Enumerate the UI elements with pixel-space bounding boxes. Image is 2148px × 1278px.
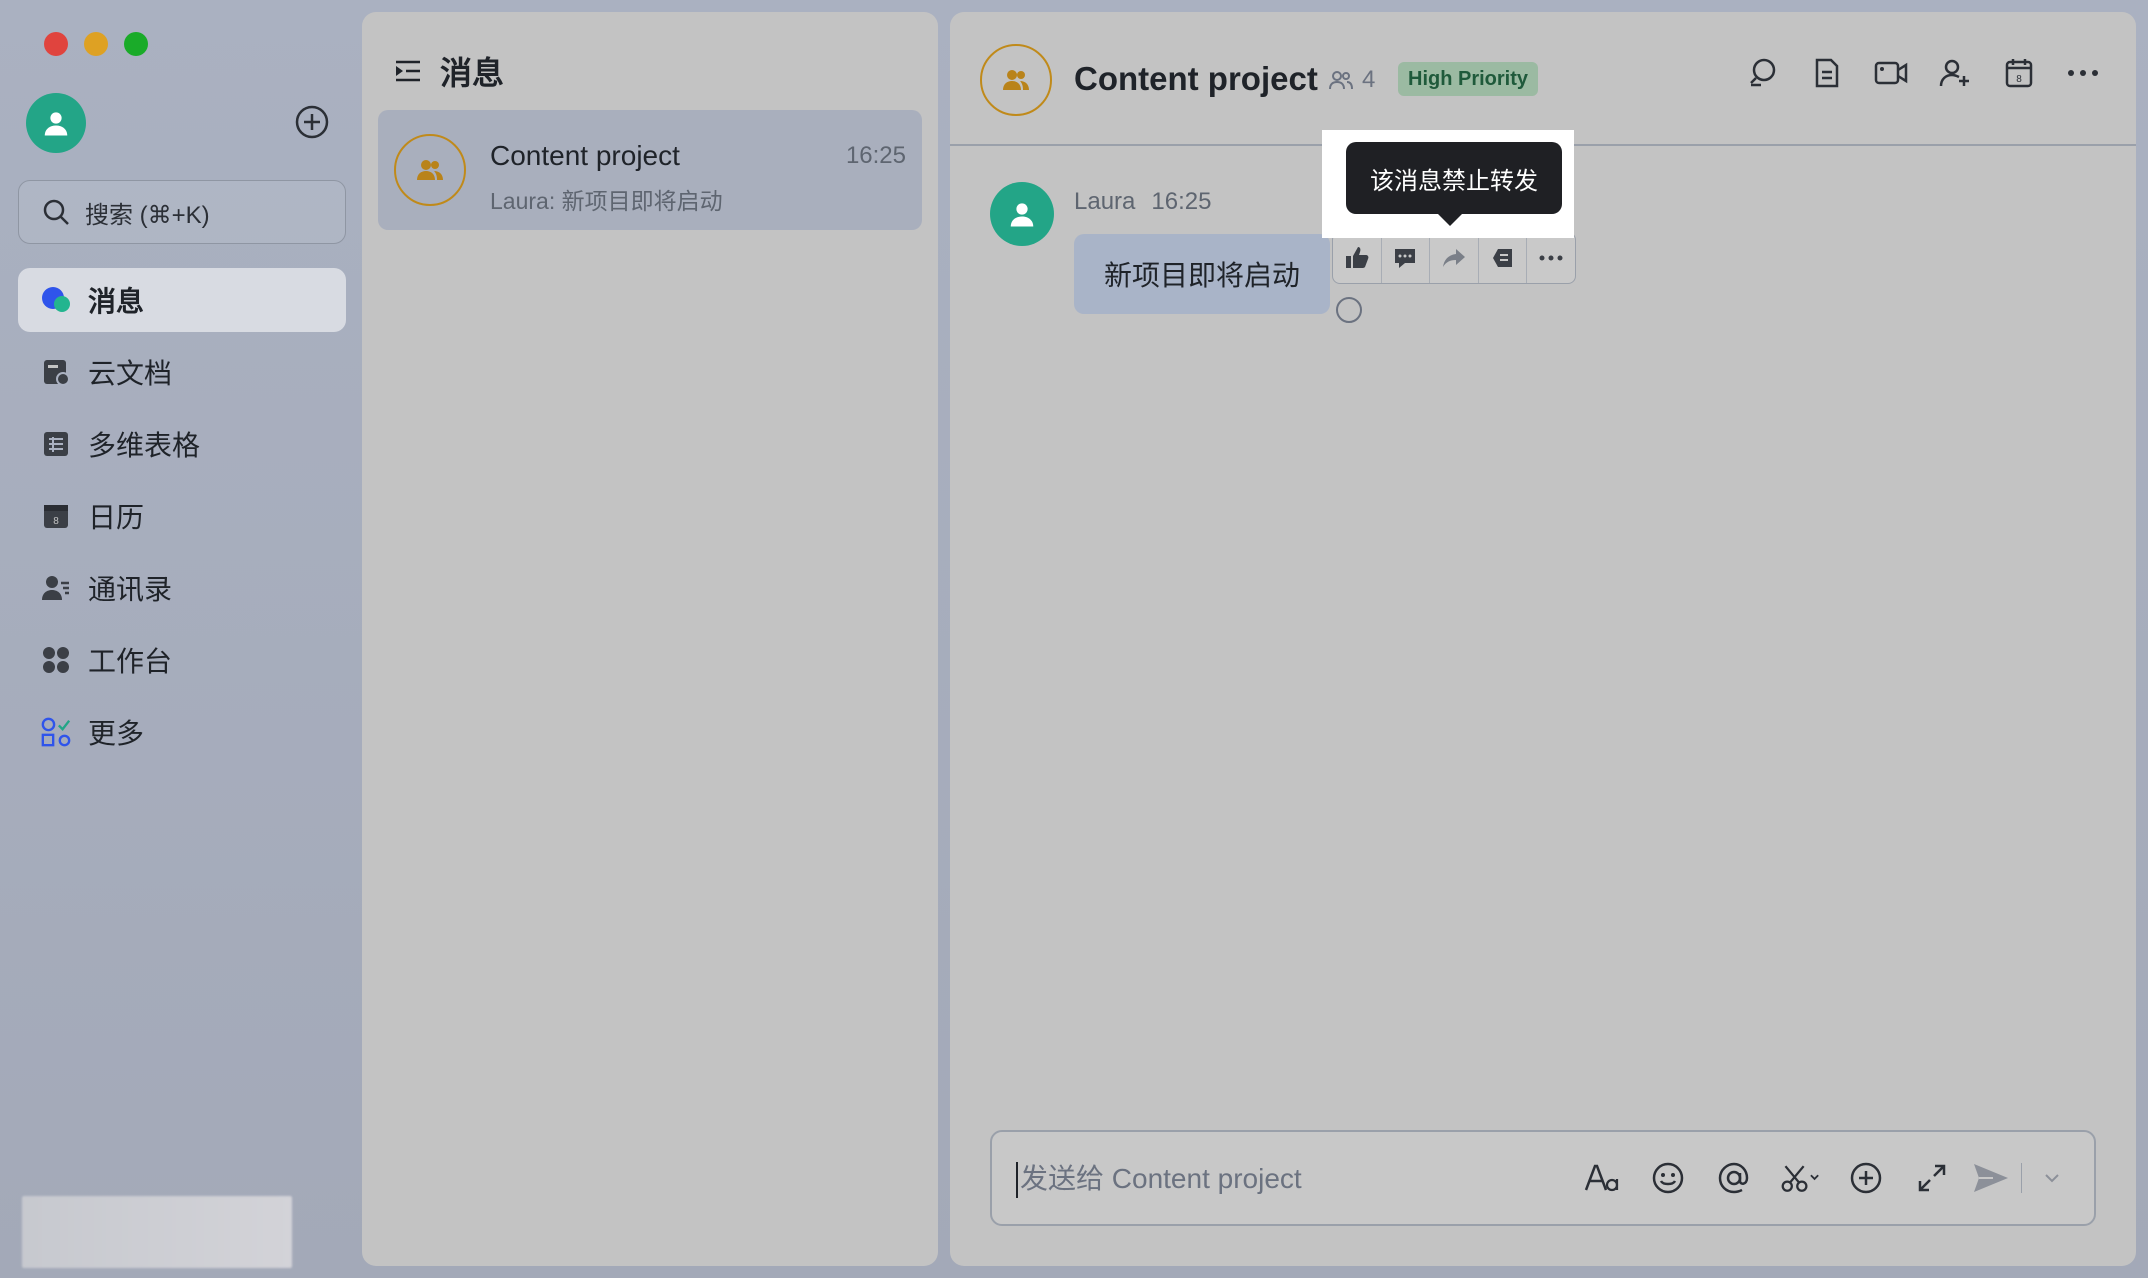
- base-table-icon: [40, 428, 72, 460]
- sidebar-item-more[interactable]: 更多: [18, 700, 346, 764]
- group-icon: [417, 160, 443, 180]
- text-format-icon[interactable]: [1582, 1158, 1622, 1198]
- add-attachment-icon[interactable]: [1846, 1158, 1886, 1198]
- calendar-icon: 8: [40, 500, 72, 532]
- sidebar-item-label: 消息: [88, 286, 145, 317]
- plus-circle-icon: [295, 105, 329, 139]
- reply-icon[interactable]: [1382, 233, 1431, 283]
- app-window: 搜索 (⌘+K) 消息 云文档 多维表格 8 日历 通讯录 工作台 更多 消息 …: [0, 0, 2148, 1278]
- read-status-icon[interactable]: [1336, 297, 1362, 323]
- conversation-time: 16:25: [845, 142, 906, 169]
- sidebar-item-base[interactable]: 多维表格: [18, 412, 346, 476]
- screenshot-icon[interactable]: [1780, 1158, 1820, 1198]
- sidebar-item-calendar[interactable]: 8 日历: [18, 484, 346, 548]
- mention-icon[interactable]: [1714, 1158, 1754, 1198]
- sidebar-item-label: 工作台: [88, 646, 173, 677]
- svg-text:8: 8: [2016, 74, 2022, 85]
- send-divider: [2021, 1163, 2022, 1193]
- chat-group-avatar[interactable]: [980, 44, 1052, 116]
- sidebar-item-contacts[interactable]: 通讯录: [18, 556, 346, 620]
- message-actions-bar: [1332, 232, 1576, 284]
- sidebar-item-label: 通讯录: [88, 574, 173, 605]
- conversation-item[interactable]: Content project 16:25 Laura: 新项目即将启动: [378, 110, 922, 230]
- quote-icon[interactable]: [1479, 233, 1528, 283]
- thumbs-up-icon[interactable]: [1333, 233, 1382, 283]
- docs-icon: [40, 356, 72, 388]
- minimize-window-button[interactable]: [84, 32, 108, 56]
- calendar-icon[interactable]: 8: [2002, 56, 2036, 90]
- search-placeholder: 搜索 (⌘+K): [85, 201, 210, 229]
- message-meta: Laura 16:25: [1074, 188, 1211, 216]
- message-sender[interactable]: Laura: [1074, 188, 1135, 216]
- forward-icon[interactable]: [1430, 233, 1479, 283]
- sidebar-item-label: 云文档: [88, 358, 173, 389]
- add-member-icon[interactable]: [1938, 56, 1972, 90]
- group-icon: [1003, 70, 1029, 90]
- tooltip-highlight: 该消息禁止转发: [1322, 130, 1574, 238]
- more-actions-icon[interactable]: [1527, 233, 1575, 283]
- sidebar-item-messages[interactable]: 消息: [18, 268, 346, 332]
- members-icon: [1329, 71, 1353, 90]
- more-apps-icon: [40, 716, 72, 748]
- message-bubble[interactable]: 新项目即将启动: [1074, 234, 1331, 314]
- member-count-value: 4: [1362, 66, 1376, 93]
- chat-panel: Content project 4 High Priority 8 Laura …: [950, 12, 2136, 1266]
- search-icon: [43, 199, 69, 225]
- conversation-name: Content project: [490, 140, 680, 171]
- contacts-icon: [40, 572, 72, 604]
- composer-toolbar: [1582, 1158, 1952, 1198]
- tooltip-arrow: [1438, 214, 1462, 226]
- user-avatar[interactable]: [26, 93, 86, 153]
- workplace-icon: [40, 644, 72, 676]
- conversation-list-panel: 消息 Content project 16:25 Laura: 新项目即将启动: [362, 12, 938, 1266]
- video-call-icon[interactable]: [1874, 56, 1908, 90]
- sidebar-item-label: 日历: [88, 502, 145, 533]
- message-icon: [40, 284, 72, 316]
- group-avatar: [394, 134, 466, 206]
- message-input[interactable]: [1018, 1154, 1578, 1204]
- search-input[interactable]: 搜索 (⌘+K): [18, 180, 346, 244]
- conversation-preview: Laura: 新项目即将启动: [490, 188, 723, 214]
- priority-tag: High Priority: [1398, 62, 1539, 96]
- blurred-region: [22, 1196, 292, 1268]
- send-area: [1971, 1158, 2072, 1198]
- sidebar-item-label: 更多: [88, 718, 145, 749]
- sidebar-nav: 消息 云文档 多维表格 8 日历 通讯录 工作台 更多: [18, 268, 346, 772]
- chevron-down-icon[interactable]: [2032, 1158, 2072, 1198]
- collapse-list-icon[interactable]: [392, 55, 424, 87]
- person-icon: [1010, 203, 1034, 227]
- person-icon: [44, 112, 68, 136]
- send-icon[interactable]: [1971, 1158, 2011, 1198]
- text-caret: [1016, 1162, 1018, 1198]
- search-chat-icon[interactable]: [1746, 56, 1780, 90]
- doc-icon[interactable]: [1810, 56, 1844, 90]
- more-icon[interactable]: [2066, 56, 2100, 90]
- sender-avatar[interactable]: [990, 182, 1054, 246]
- message-composer: [990, 1130, 2096, 1226]
- sidebar: 搜索 (⌘+K) 消息 云文档 多维表格 8 日历 通讯录 工作台 更多: [0, 0, 358, 1278]
- create-button[interactable]: [294, 104, 330, 140]
- tooltip: 该消息禁止转发: [1346, 142, 1562, 214]
- sidebar-item-workplace[interactable]: 工作台: [18, 628, 346, 692]
- emoji-icon[interactable]: [1648, 1158, 1688, 1198]
- list-title: 消息: [440, 55, 505, 91]
- zoom-window-button[interactable]: [124, 32, 148, 56]
- chat-header: Content project 4 High Priority 8: [950, 12, 2136, 146]
- expand-icon[interactable]: [1912, 1158, 1952, 1198]
- sidebar-item-label: 多维表格: [88, 430, 201, 461]
- chat-title[interactable]: Content project: [1074, 60, 1318, 98]
- member-count[interactable]: 4: [1328, 66, 1375, 94]
- chat-toolbar: 8: [1746, 56, 2100, 90]
- message-time: 16:25: [1151, 188, 1212, 215]
- close-window-button[interactable]: [44, 32, 68, 56]
- list-header: 消息: [392, 48, 504, 94]
- svg-text:8: 8: [53, 516, 59, 527]
- sidebar-item-docs[interactable]: 云文档: [18, 340, 346, 404]
